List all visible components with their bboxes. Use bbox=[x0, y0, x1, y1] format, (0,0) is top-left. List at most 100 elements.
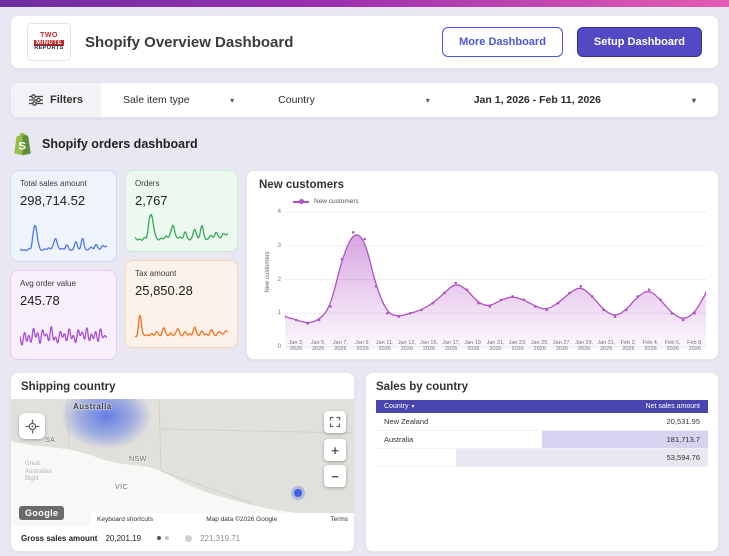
new-customers-plot bbox=[283, 209, 708, 350]
date-range-label: Jan 1, 2026 - Feb 11, 2026 bbox=[473, 94, 601, 106]
fullscreen-button[interactable] bbox=[324, 411, 346, 433]
kpi-value: 2,767 bbox=[135, 193, 168, 208]
bottom-row: Shipping country Australia SA NSW VIC Gr bbox=[10, 372, 719, 552]
row-country: New Zealand bbox=[384, 417, 429, 426]
total-sales-sparkline bbox=[19, 221, 108, 253]
logo-line1: TWO bbox=[40, 32, 58, 40]
fullscreen-icon bbox=[329, 416, 341, 428]
kpi-value: 298,714.52 bbox=[20, 193, 86, 208]
row-country: Australia bbox=[384, 435, 414, 444]
row-value: 181,713.7 bbox=[666, 435, 700, 444]
zoom-in-button[interactable]: + bbox=[324, 439, 346, 461]
filter-bar: Filters Sale item type ▾ Country ▾ Jan 1… bbox=[10, 82, 719, 118]
logo-line3: REPORTS bbox=[34, 44, 64, 51]
chevron-down-icon: ▾ bbox=[425, 95, 430, 105]
x-axis-labels: Jan 3, 2026 Jan 5, 2026 Jan 7, 2026 Jan 9, … bbox=[288, 339, 703, 353]
map-label-sa: SA bbox=[45, 437, 56, 444]
y-axis-ticks: 01234 bbox=[277, 209, 281, 350]
carousel-dots bbox=[157, 536, 170, 541]
sort-caret-icon: ▾ bbox=[411, 404, 415, 410]
map-data-text: Map data ©2026 Google bbox=[206, 515, 278, 523]
table-row: Australia 181,713.7 bbox=[376, 431, 708, 449]
country-dropdown[interactable]: Country ▾ bbox=[256, 94, 452, 106]
filters-button[interactable]: Filters bbox=[11, 83, 102, 117]
sales-by-country-title: Sales by country bbox=[376, 381, 469, 393]
app-header: TWO MINUTE REPORTS Shopify Overview Dash… bbox=[10, 15, 719, 69]
row-value: 20,531.95 bbox=[666, 417, 700, 426]
gross-sales-row: Gross sales amount 20,201.19 221,319.71 bbox=[11, 526, 354, 551]
table-row: New Zealand 20,531.95 bbox=[376, 413, 708, 431]
kpi-card-total-sales: Total sales amount 298,714.52 bbox=[10, 170, 117, 262]
carousel-dot-1[interactable] bbox=[157, 536, 162, 541]
tax-amount-sparkline bbox=[134, 307, 229, 339]
kpi-label: Orders bbox=[135, 179, 160, 188]
heatmap-dot bbox=[294, 489, 302, 497]
crosshair-icon bbox=[25, 419, 39, 433]
chart-body: New customers 01234 bbox=[259, 209, 708, 350]
kpi-label: Total sales amount bbox=[20, 179, 87, 188]
main-grid: Total sales amount 298,714.52 Avg order … bbox=[10, 170, 719, 360]
sale-item-type-label: Sale item type bbox=[123, 94, 190, 106]
filters-label: Filters bbox=[50, 94, 84, 106]
kpi-card-tax-amount: Tax amount 25,850.28 bbox=[125, 260, 238, 348]
page-title: Shopify Overview Dashboard bbox=[85, 33, 294, 51]
map-label-australia: Australia bbox=[73, 402, 112, 411]
shipping-country-card: Shipping country Australia SA NSW VIC Gr bbox=[10, 372, 355, 552]
minus-icon: − bbox=[331, 468, 339, 484]
map-attribution-bar: Keyboard shortcuts Map data ©2026 Google… bbox=[91, 512, 354, 526]
terms-link[interactable]: Terms bbox=[330, 516, 348, 523]
google-logo[interactable]: Google bbox=[19, 505, 65, 520]
date-range-dropdown[interactable]: Jan 1, 2026 - Feb 11, 2026 ▾ bbox=[452, 94, 718, 106]
secondary-value: 221,319.71 bbox=[200, 533, 241, 543]
chevron-down-icon: ▾ bbox=[230, 95, 235, 105]
kpi-label: Avg order value bbox=[20, 279, 76, 288]
map-label-great-australian-bight: Great Australian Bight bbox=[25, 461, 52, 482]
kpi-value: 25,850.28 bbox=[135, 283, 193, 298]
my-location-button[interactable] bbox=[19, 413, 45, 439]
gross-sales-value: 20,201.19 bbox=[105, 533, 142, 543]
new-customers-card: New customers New customers New customer… bbox=[246, 170, 719, 360]
sale-item-type-dropdown[interactable]: Sale item type ▾ bbox=[101, 94, 256, 106]
kpi-card-avg-order-value: Avg order value 245.78 bbox=[10, 270, 117, 360]
kpi-column-1: Total sales amount 298,714.52 Avg order … bbox=[10, 170, 117, 360]
keyboard-shortcuts-link[interactable]: Keyboard shortcuts bbox=[97, 516, 153, 523]
orders-sparkline bbox=[134, 211, 229, 243]
sales-by-country-card: Sales by country Country ▾ Net sales amou… bbox=[365, 372, 719, 552]
y-axis: New customers 01234 bbox=[259, 209, 285, 350]
legend-label: New customers bbox=[314, 198, 359, 205]
carousel-dot-2[interactable] bbox=[165, 536, 170, 541]
map-label-nsw: NSW bbox=[129, 456, 147, 463]
country-label: Country bbox=[278, 94, 315, 106]
chart-title: New customers bbox=[259, 179, 345, 191]
section-title: Shopify orders dashboard bbox=[42, 137, 198, 151]
plus-icon: + bbox=[331, 442, 339, 458]
kpi-label: Tax amount bbox=[135, 269, 177, 278]
kpi-value: 245.78 bbox=[20, 293, 60, 308]
chart-legend: New customers bbox=[293, 198, 706, 205]
setup-dashboard-button[interactable]: Setup Dashboard bbox=[576, 27, 702, 57]
shopify-icon: S bbox=[14, 132, 31, 156]
avg-order-value-sparkline bbox=[19, 319, 108, 351]
header-buttons: More Dashboard Setup Dashboard bbox=[442, 27, 702, 57]
table-row: 53,594.76 bbox=[376, 449, 708, 467]
country-header-label: Country bbox=[384, 403, 409, 410]
shipping-country-title: Shipping country bbox=[21, 381, 116, 393]
gross-sales-label: Gross sales amount bbox=[21, 533, 98, 543]
row-value: 53,594.76 bbox=[666, 453, 700, 462]
net-sales-column-header[interactable]: Net sales amount bbox=[646, 403, 700, 410]
kpi-card-orders: Orders 2,767 bbox=[125, 170, 238, 252]
country-column-header[interactable]: Country ▾ bbox=[384, 403, 415, 410]
legend-line-dot-icon bbox=[293, 198, 309, 204]
dashboard-page: TWO MINUTE REPORTS Shopify Overview Dash… bbox=[0, 0, 729, 556]
top-gradient-bar bbox=[0, 0, 729, 7]
zoom-out-button[interactable]: − bbox=[324, 465, 346, 487]
bullet-icon bbox=[185, 534, 193, 542]
map-label-vic: VIC bbox=[115, 484, 129, 491]
table-header-row: Country ▾ Net sales amount bbox=[376, 400, 708, 413]
more-dashboard-button[interactable]: More Dashboard bbox=[442, 27, 563, 57]
svg-text:S: S bbox=[18, 140, 26, 152]
kpi-column-2: Orders 2,767 Tax amount 25,850.28 bbox=[125, 170, 238, 360]
chevron-down-icon: ▾ bbox=[691, 95, 696, 105]
sliders-icon bbox=[29, 94, 43, 106]
shipping-country-map[interactable]: Australia SA NSW VIC Great Australian Bi… bbox=[11, 399, 354, 526]
